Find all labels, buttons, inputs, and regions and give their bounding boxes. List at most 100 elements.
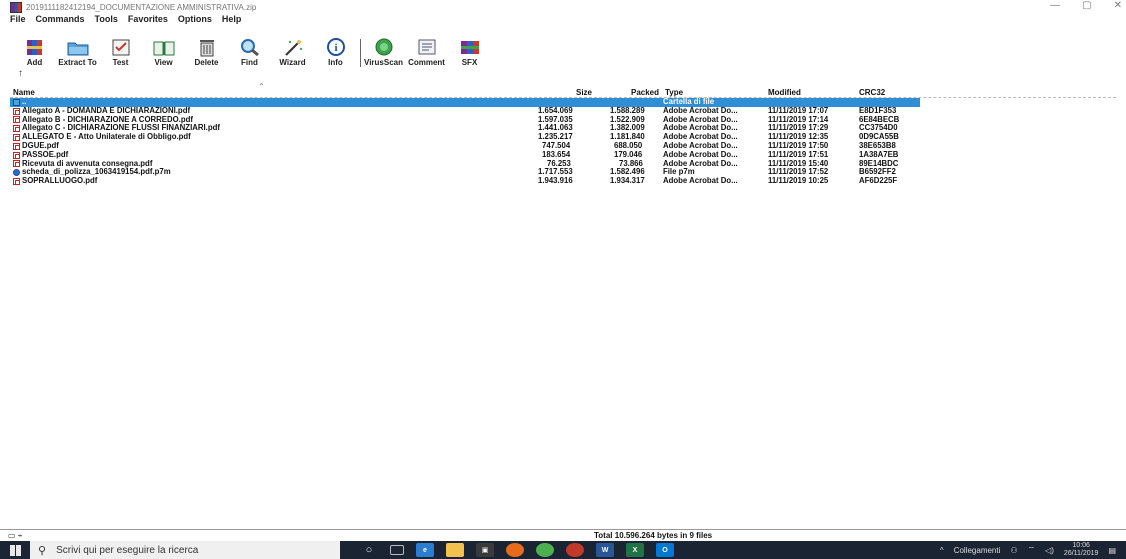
comment-label: Comment (408, 58, 445, 67)
chrome-icon[interactable] (536, 543, 554, 557)
info-button[interactable]: i Info (319, 38, 352, 67)
notifications-icon[interactable]: ▤ (1108, 546, 1116, 555)
wand-icon (282, 38, 304, 57)
cortana-icon[interactable]: ○ (360, 543, 378, 557)
magnifier-icon (239, 38, 261, 57)
taskbar-search[interactable]: ⚲ Scrivi qui per eseguire la ricerca (30, 541, 340, 559)
pdf-file-icon (13, 178, 20, 186)
file-list: .. Cartella di file Allegato A - DOMANDA… (10, 97, 920, 186)
comment-icon (416, 38, 438, 57)
file-packed: 1.934.317 (610, 176, 645, 186)
excel-icon[interactable]: X (626, 543, 644, 557)
sfx-icon (459, 38, 481, 57)
view-label: View (154, 58, 173, 67)
status-bar: ▭ ⌁ Total 10.596.264 bytes in 9 files (0, 529, 1126, 541)
system-tray: ^ Collegamenti ⚇ ⌔ ◁) 10:06 26/11/2019 ▤ (940, 541, 1126, 559)
pdf-file-icon (13, 116, 20, 124)
tray-links-label[interactable]: Collegamenti (954, 546, 1001, 555)
table-row[interactable]: SOPRALLUOGO.pdf 1.943.916 1.934.317 Adob… (10, 176, 920, 186)
firefox-icon[interactable] (506, 543, 524, 557)
search-icon: ⚲ (38, 544, 47, 557)
store-icon[interactable]: ▣ (476, 543, 494, 557)
outlook-icon[interactable]: O (656, 543, 674, 557)
column-modified[interactable]: Modified (768, 88, 801, 97)
extract-folder-icon (67, 38, 89, 57)
menu-help[interactable]: Help (222, 14, 242, 24)
menu-bar: File Commands Tools Favorites Options He… (10, 14, 241, 24)
winrar-app-icon (10, 1, 22, 13)
minimize-button[interactable]: — (1050, 0, 1060, 11)
menu-favorites[interactable]: Favorites (128, 14, 168, 24)
status-text: Total 10.596.264 bytes in 9 files (594, 531, 713, 540)
pdf-file-icon (13, 151, 20, 159)
column-name[interactable]: Name (13, 88, 35, 97)
column-packed[interactable]: Packed (631, 88, 659, 97)
trash-icon (196, 38, 218, 57)
wizard-button[interactable]: Wizard (276, 38, 309, 67)
add-archive-icon (24, 38, 46, 57)
file-size: 1.943.916 (538, 176, 573, 186)
start-button[interactable] (0, 541, 30, 559)
clock[interactable]: 10:06 26/11/2019 (1064, 542, 1099, 558)
wizard-label: Wizard (279, 58, 306, 67)
column-crc32[interactable]: CRC32 (859, 88, 885, 97)
view-button[interactable]: View (147, 38, 180, 67)
toolbar: Add Extract To Test View Delete Find Wiz… (18, 35, 496, 67)
pdf-file-icon (13, 134, 20, 142)
file-modified: 11/11/2019 10:25 (768, 176, 829, 186)
word-icon[interactable]: W (596, 543, 614, 557)
menu-options[interactable]: Options (178, 14, 212, 24)
svg-text:i: i (334, 42, 337, 54)
comment-button[interactable]: Comment (408, 38, 445, 67)
virusscan-button[interactable]: VirusScan (364, 38, 403, 67)
window-title: 2019111182412194_DOCUMENTAZIONE AMMINIST… (26, 2, 257, 12)
people-icon[interactable]: ⚇ (1010, 546, 1017, 555)
edge-icon[interactable]: e (416, 543, 434, 557)
pdf-file-icon (13, 107, 20, 115)
file-type: Adobe Acrobat Do... (663, 176, 738, 186)
test-button[interactable]: Test (104, 38, 137, 67)
add-label: Add (26, 58, 43, 67)
menu-file[interactable]: File (10, 14, 26, 24)
add-button[interactable]: Add (18, 38, 51, 67)
find-button[interactable]: Find (233, 38, 266, 67)
sfx-label: SFX (461, 58, 478, 67)
menu-commands[interactable]: Commands (36, 14, 85, 24)
volume-icon[interactable]: ◁) (1045, 546, 1054, 555)
folder-icon (13, 98, 20, 106)
column-size[interactable]: Size (576, 88, 592, 97)
column-type[interactable]: Type (665, 88, 683, 97)
drive-icon[interactable]: ▭ ⌁ (8, 531, 23, 540)
close-button[interactable]: ✕ (1114, 0, 1122, 11)
app-icon[interactable] (566, 543, 584, 557)
network-icon[interactable]: ⌔ (1028, 545, 1036, 555)
info-label: Info (328, 58, 343, 67)
clock-date: 26/11/2019 (1063, 550, 1099, 557)
file-list-header: Name Size Packed Type Modified CRC32 (10, 88, 1116, 98)
virus-scan-icon (373, 38, 395, 57)
extract-to-label: Extract To (58, 58, 97, 67)
task-view-icon[interactable] (390, 545, 404, 555)
window-controls: — ▢ ✕ (1050, 0, 1122, 11)
pdf-file-icon (13, 160, 20, 168)
clock-time: 10:06 (1072, 542, 1090, 549)
view-book-icon (153, 38, 175, 57)
delete-button[interactable]: Delete (190, 38, 223, 67)
file-explorer-icon[interactable] (446, 543, 464, 557)
taskbar-apps: ○ e ▣ W X O (360, 543, 674, 557)
extract-to-button[interactable]: Extract To (58, 38, 97, 67)
sfx-button[interactable]: SFX (453, 38, 486, 67)
p7m-file-icon (13, 169, 20, 177)
file-crc: AF6D225F (859, 176, 898, 186)
virusscan-label: VirusScan (364, 58, 403, 67)
maximize-button[interactable]: ▢ (1082, 0, 1091, 11)
up-folder-icon[interactable]: ↑ (18, 68, 23, 79)
test-icon (110, 38, 132, 57)
tray-overflow-icon[interactable]: ^ (940, 546, 944, 555)
test-label: Test (112, 58, 129, 67)
title-bar: 2019111182412194_DOCUMENTAZIONE AMMINIST… (0, 0, 1126, 14)
pdf-file-icon (13, 125, 20, 133)
menu-tools[interactable]: Tools (95, 14, 118, 24)
file-name: SOPRALLUOGO.pdf (22, 176, 98, 186)
windows-logo-icon (9, 544, 21, 556)
